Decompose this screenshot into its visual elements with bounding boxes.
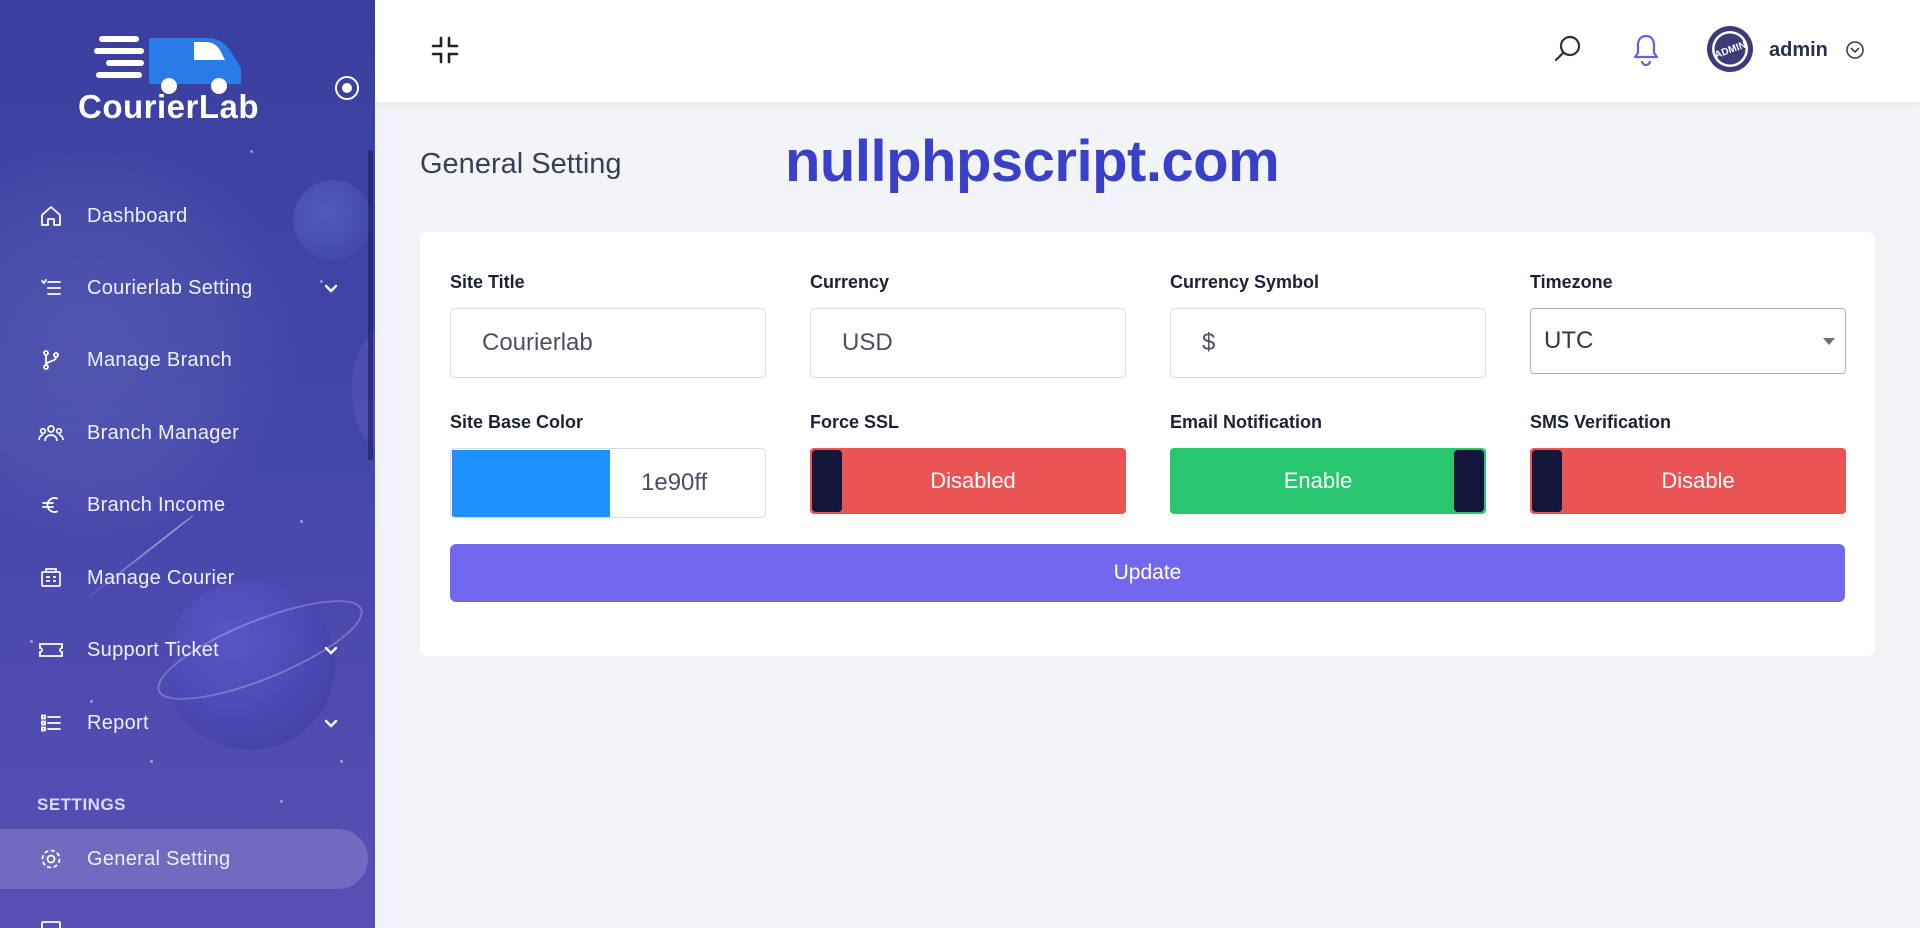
topbar: ADMIN admin	[375, 0, 1920, 102]
brand-logo[interactable]: CourierLab	[72, 26, 272, 126]
chevron-down-circle-icon[interactable]	[1845, 40, 1865, 60]
color-swatch[interactable]	[452, 450, 610, 517]
page-title: General Setting	[420, 148, 622, 180]
sidebar-item-label: Report	[87, 711, 149, 734]
bell-icon[interactable]	[1630, 32, 1662, 66]
sms-verification-toggle[interactable]: Disable	[1530, 448, 1846, 514]
color-hex-value[interactable]: 1e90ff	[641, 469, 707, 497]
sidebar-item-label: Branch Income	[87, 493, 226, 516]
toggle-knob	[1454, 450, 1484, 512]
search-icon[interactable]	[1552, 33, 1584, 65]
update-button[interactable]: Update	[450, 544, 1845, 602]
currency-symbol-input[interactable]: $	[1170, 308, 1486, 378]
sidebar: CourierLab Dashboard Courierlab Setting …	[0, 0, 375, 928]
force-ssl-toggle[interactable]: Disabled	[810, 448, 1126, 514]
chevron-down-icon	[324, 646, 338, 655]
sidebar-section-label: SETTINGS	[37, 795, 127, 814]
courier-icon	[38, 565, 64, 591]
sidebar-item-dashboard[interactable]: Dashboard	[0, 186, 375, 246]
currency-label: Currency	[810, 272, 890, 292]
sms-verification-label: SMS Verification	[1530, 412, 1672, 432]
currency-symbol-label: Currency Symbol	[1170, 272, 1320, 292]
sidebar-item-label: General Setting	[87, 847, 231, 870]
exit-fullscreen-icon[interactable]	[430, 35, 460, 65]
timezone-label: Timezone	[1530, 272, 1613, 292]
sidebar-item-general-setting[interactable]: General Setting	[0, 829, 368, 889]
email-notification-label: Email Notification	[1170, 412, 1323, 432]
users-icon	[38, 420, 64, 446]
toggle-knob	[1532, 450, 1562, 512]
chevron-down-icon	[324, 284, 338, 293]
force-ssl-label: Force SSL	[810, 412, 900, 432]
sidebar-collapse-toggle[interactable]	[335, 76, 359, 100]
euro-icon	[38, 492, 64, 518]
branch-icon	[38, 347, 64, 373]
list-settings-icon	[38, 275, 64, 301]
sidebar-item-label: Courierlab Setting	[87, 276, 253, 299]
sidebar-item-label: Dashboard	[87, 204, 188, 227]
site-base-color-label: Site Base Color	[450, 412, 584, 432]
list-icon	[38, 917, 64, 928]
home-icon	[38, 203, 64, 229]
sidebar-item-report[interactable]: Report	[0, 693, 375, 753]
site-title-input[interactable]: Courierlab	[450, 308, 766, 378]
sidebar-item-manage-branch[interactable]: Manage Branch	[0, 330, 375, 390]
toggle-state-label: Disable	[1661, 468, 1735, 493]
sidebar-item-partial[interactable]	[0, 900, 375, 928]
toggle-state-label: Disabled	[930, 468, 1016, 493]
currency-input[interactable]: USD	[810, 308, 1126, 378]
site-title-label: Site Title	[450, 272, 525, 292]
ticket-icon	[38, 637, 64, 663]
sidebar-item-support-ticket[interactable]: Support Ticket	[0, 620, 375, 680]
sidebar-item-label: Support Ticket	[87, 638, 220, 661]
brand-wordmark: CourierLab	[78, 88, 260, 125]
email-notification-toggle[interactable]: Enable	[1170, 448, 1486, 514]
sidebar-item-label: Manage Courier	[87, 566, 235, 589]
toggle-state-label: Enable	[1283, 468, 1353, 493]
chevron-down-icon	[324, 719, 338, 728]
avatar[interactable]: ADMIN	[1705, 24, 1755, 74]
sidebar-item-label: Branch Manager	[87, 421, 240, 444]
sidebar-item-branch-manager[interactable]: Branch Manager	[0, 403, 375, 463]
timezone-select[interactable]: UTC	[1530, 308, 1846, 374]
sidebar-item-label: Manage Branch	[87, 348, 233, 371]
timezone-selected-value: UTC	[1544, 327, 1594, 354]
settings-gear-icon	[38, 846, 64, 872]
toggle-knob	[812, 450, 842, 512]
sidebar-item-courierlab-setting[interactable]: Courierlab Setting	[0, 258, 375, 318]
general-settings-form: Site Title Courierlab Currency USD Curre…	[420, 232, 1875, 656]
sidebar-item-manage-courier[interactable]: Manage Courier	[0, 548, 375, 608]
user-name[interactable]: admin	[1769, 39, 1828, 62]
site-base-color-input[interactable]: 1e90ff	[450, 448, 766, 518]
sidebar-item-branch-income[interactable]: Branch Income	[0, 475, 375, 535]
watermark: nullphpscript.com	[785, 129, 1280, 194]
caret-down-icon	[1823, 338, 1835, 345]
report-list-icon	[38, 710, 64, 736]
